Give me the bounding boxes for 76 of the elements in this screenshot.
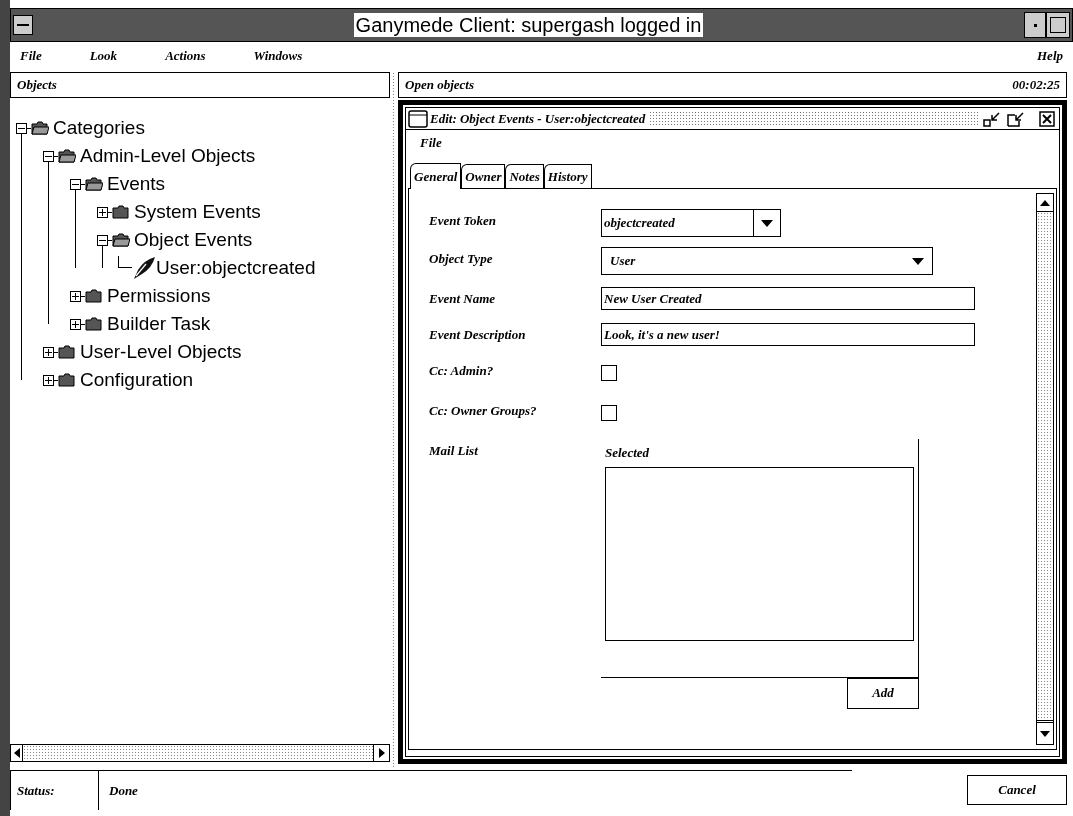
restore-icon[interactable] [1007, 110, 1025, 127]
field-label: Event Token [429, 212, 498, 230]
tree-item[interactable]: Configuration [80, 365, 194, 395]
open-folder-icon [112, 233, 130, 247]
menu-item[interactable]: File [420, 133, 442, 153]
field-label: Event Description [429, 326, 527, 344]
field-label: Cc: Owner Groups? [429, 402, 538, 420]
expand-icon[interactable] [70, 290, 81, 302]
quill-pen-icon [132, 256, 156, 280]
text-field[interactable]: New User Created [601, 287, 975, 310]
folder-icon [85, 289, 103, 303]
window-title: Ganymede Client: supergash logged in [353, 13, 704, 37]
panel-title: Open objects [405, 76, 474, 95]
dropdown-arrow-icon[interactable] [912, 257, 924, 265]
menu-item[interactable]: Help [1037, 46, 1063, 66]
tree-item[interactable]: User:objectcreated [156, 253, 316, 283]
checkbox[interactable] [601, 405, 617, 421]
internal-window-title: Edit: Object Events - User:objectcreated [430, 109, 646, 128]
field-label: Cc: Admin? [429, 362, 495, 380]
iconify-icon[interactable] [983, 110, 1001, 127]
open-folder-icon [85, 177, 103, 191]
minimize-button[interactable] [1024, 12, 1046, 38]
open-folder-icon [31, 121, 49, 135]
collapse-icon[interactable] [97, 234, 108, 246]
tree-item[interactable]: Categories [53, 113, 145, 143]
status-text: Done [108, 781, 138, 800]
scroll-left-icon[interactable] [13, 748, 20, 758]
folder-icon [58, 345, 76, 359]
collapse-icon[interactable] [43, 150, 54, 162]
expand-icon[interactable] [70, 318, 81, 330]
window-menu-button[interactable] [13, 15, 33, 35]
close-icon[interactable] [1039, 110, 1055, 127]
folder-icon [58, 373, 76, 387]
add-button[interactable]: Add [847, 677, 919, 709]
tab[interactable]: Notes [505, 164, 544, 188]
tree-item[interactable]: Events [107, 169, 166, 199]
field-label: Mail List [429, 442, 479, 460]
horizontal-scrollbar[interactable] [10, 744, 390, 762]
field-label: Event Name [429, 290, 497, 308]
expand-icon[interactable] [97, 206, 108, 218]
folder-icon [85, 317, 103, 331]
status-label: Status: [11, 771, 99, 810]
tab[interactable]: General [410, 163, 462, 189]
tree-item[interactable]: Builder Task [107, 309, 211, 339]
vertical-scrollbar[interactable] [1036, 193, 1054, 745]
checkbox[interactable] [601, 365, 617, 381]
maximize-button[interactable] [1046, 12, 1070, 38]
dropdown-arrow-icon[interactable] [761, 219, 773, 227]
scroll-up-icon[interactable] [1040, 199, 1050, 206]
tree-item[interactable]: Object Events [134, 225, 253, 255]
tree-item[interactable]: User-Level Objects [80, 337, 242, 367]
tab[interactable]: Owner [461, 164, 506, 188]
elapsed-time: 00:02:25 [1012, 76, 1060, 95]
menu-item[interactable]: Look [89, 46, 118, 66]
menu-item[interactable]: Windows [253, 46, 303, 66]
panel-title: Objects [17, 76, 57, 95]
expand-icon[interactable] [43, 346, 54, 358]
combo-box[interactable]: objectcreated [601, 209, 781, 237]
scroll-down-icon[interactable] [1040, 730, 1050, 737]
text-field[interactable]: Look, it's a new user! [601, 323, 975, 346]
cancel-button[interactable]: Cancel [967, 775, 1067, 805]
open-folder-icon [58, 149, 76, 163]
menu-item[interactable]: Actions [165, 46, 206, 66]
list-heading: Selected [605, 444, 651, 462]
scroll-right-icon[interactable] [378, 748, 385, 758]
tree-item[interactable]: Admin-Level Objects [80, 141, 256, 171]
folder-icon [112, 205, 130, 219]
field-label: Object Type [429, 250, 494, 268]
tree-item[interactable]: System Events [134, 197, 261, 227]
menu-item[interactable]: File [20, 46, 42, 66]
expand-icon[interactable] [43, 374, 54, 386]
dropdown[interactable]: User [601, 247, 933, 275]
tree-item[interactable]: Permissions [107, 281, 211, 311]
tab[interactable]: History [543, 164, 592, 188]
collapse-icon[interactable] [70, 178, 81, 190]
collapse-icon[interactable] [16, 122, 27, 134]
